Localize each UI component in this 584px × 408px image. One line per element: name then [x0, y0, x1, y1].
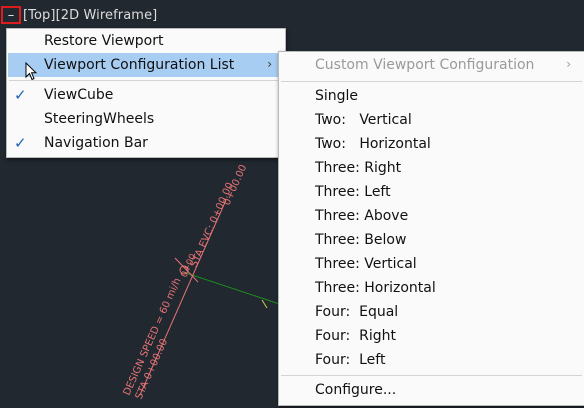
- menu-separator: [9, 80, 283, 81]
- menu-separator: [281, 81, 582, 82]
- checkmark-icon: ✓: [14, 134, 27, 152]
- submenu-item-custom-configuration[interactable]: Custom Viewport Configuration ›: [280, 53, 583, 77]
- submenu-item-label: Three: Right: [315, 160, 402, 176]
- menu-item-label: Viewport Configuration List: [44, 57, 235, 73]
- menu-item-steeringwheels[interactable]: SteeringWheels: [8, 107, 284, 131]
- checkmark-icon: ✓: [14, 86, 27, 104]
- submenu-item-three-below[interactable]: Three: Below: [280, 228, 583, 252]
- submenu-item-label: Three: Vertical: [315, 256, 417, 272]
- menu-separator: [281, 375, 582, 376]
- menu-item-restore-viewport[interactable]: Restore Viewport: [8, 29, 284, 53]
- submenu-item-four-equal[interactable]: Four: Equal: [280, 300, 583, 324]
- menu-item-viewport-configuration-list[interactable]: Viewport Configuration List ›: [8, 53, 284, 77]
- axis-tick: [261, 299, 268, 309]
- submenu-item-label: Two: Horizontal: [315, 136, 431, 152]
- submenu-item-label: Three: Below: [315, 232, 407, 248]
- submenu-item-three-left[interactable]: Three: Left: [280, 180, 583, 204]
- submenu-item-configure[interactable]: Configure...: [280, 378, 583, 402]
- submenu-item-label: Four: Right: [315, 328, 396, 344]
- menu-item-label: Restore Viewport: [44, 33, 164, 49]
- submenu-item-label: Two: Vertical: [315, 112, 412, 128]
- submenu-item-label: Single: [315, 88, 359, 104]
- menu-item-label: Navigation Bar: [44, 135, 148, 151]
- menu-item-navigation-bar[interactable]: ✓ Navigation Bar: [8, 131, 284, 155]
- submenu-arrow-icon: ›: [267, 57, 272, 71]
- viewport-controls: – [Top] [2D Wireframe]: [1, 6, 157, 24]
- submenu-item-label: Configure...: [315, 382, 397, 398]
- submenu-item-two-horizontal[interactable]: Two: Horizontal: [280, 132, 583, 156]
- submenu-item-label: Three: Above: [315, 208, 409, 224]
- view-control[interactable]: [Top]: [23, 8, 56, 23]
- submenu-item-label: Custom Viewport Configuration: [315, 57, 535, 73]
- submenu-item-three-above[interactable]: Three: Above: [280, 204, 583, 228]
- menu-item-label: SteeringWheels: [44, 111, 155, 127]
- submenu-item-four-left[interactable]: Four: Left: [280, 348, 583, 372]
- submenu-arrow-icon: ›: [566, 57, 571, 71]
- submenu-item-three-horizontal[interactable]: Three: Horizontal: [280, 276, 583, 300]
- submenu-item-four-right[interactable]: Four: Right: [280, 324, 583, 348]
- mouse-pointer-icon: [25, 62, 37, 81]
- viewport-configuration-submenu: Custom Viewport Configuration › Single T…: [278, 51, 584, 406]
- submenu-item-two-vertical[interactable]: Two: Vertical: [280, 108, 583, 132]
- submenu-item-label: Three: Horizontal: [315, 280, 436, 296]
- submenu-item-label: Three: Left: [315, 184, 391, 200]
- menu-item-label: ViewCube: [44, 87, 114, 103]
- submenu-item-three-right[interactable]: Three: Right: [280, 156, 583, 180]
- submenu-item-three-vertical[interactable]: Three: Vertical: [280, 252, 583, 276]
- visual-style-control[interactable]: [2D Wireframe]: [56, 8, 158, 23]
- viewport-minus-button[interactable]: –: [1, 6, 21, 24]
- submenu-item-label: Four: Equal: [315, 304, 399, 320]
- menu-item-viewcube[interactable]: ✓ ViewCube: [8, 83, 284, 107]
- submenu-item-label: Four: Left: [315, 352, 386, 368]
- submenu-item-single[interactable]: Single: [280, 84, 583, 108]
- viewport-context-menu: Restore Viewport Viewport Configuration …: [6, 28, 286, 158]
